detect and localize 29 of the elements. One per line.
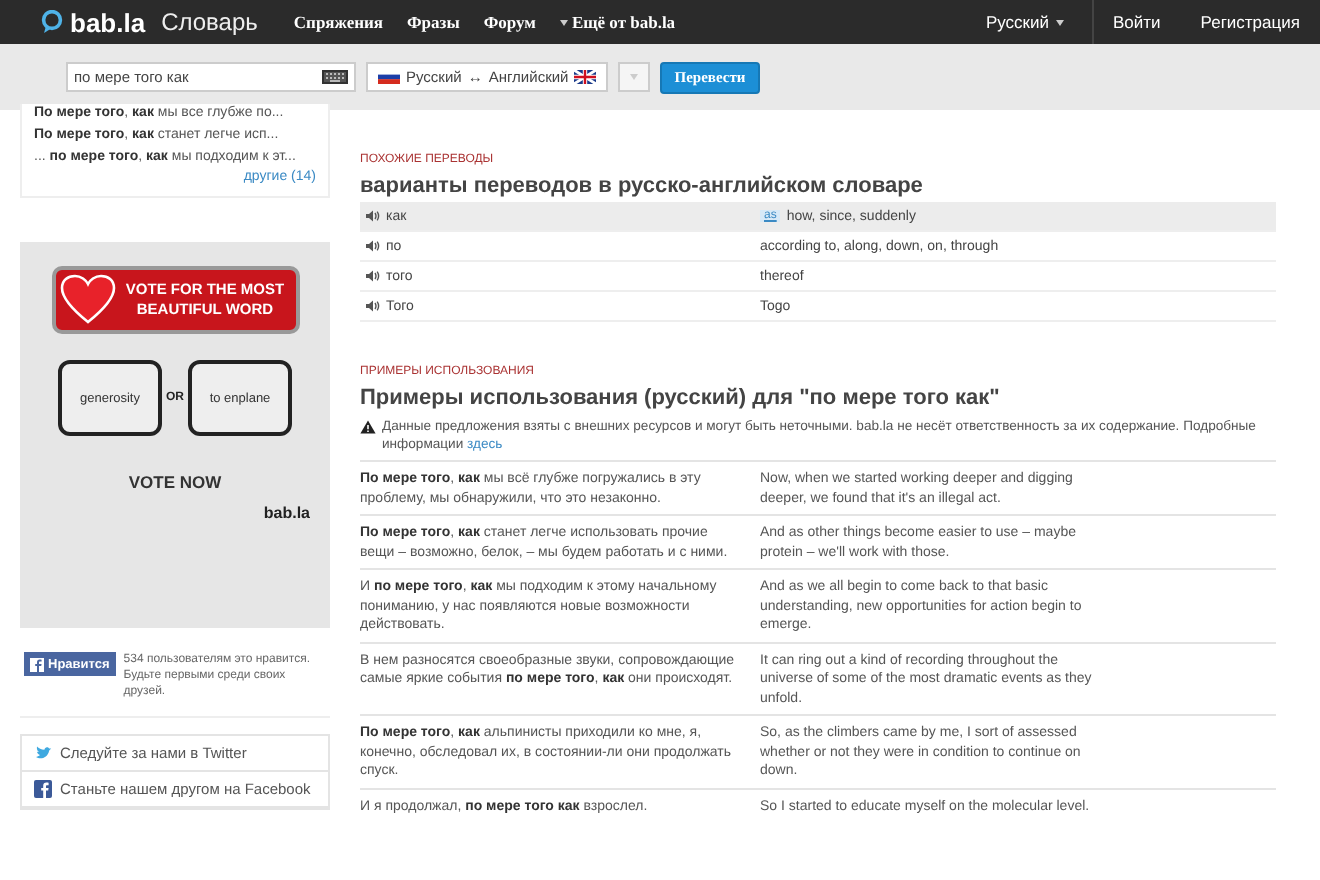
speaker-icon bbox=[366, 210, 380, 222]
flag-icon bbox=[574, 70, 597, 84]
nav-link[interactable]: Форум bbox=[483, 12, 536, 32]
site-title: Словарь bbox=[161, 8, 258, 36]
bird-icon bbox=[34, 744, 52, 762]
warning-icon bbox=[360, 420, 376, 434]
speech-bubble-icon bbox=[40, 10, 64, 34]
vote-now-text: VOTE NOW bbox=[128, 472, 222, 492]
section-heading: варианты переводов в русско-английском словаре bbox=[360, 174, 925, 198]
speaker-icon bbox=[366, 270, 380, 282]
ad-logo: bab.la bbox=[263, 504, 310, 522]
nav-link[interactable]: Спряжения bbox=[293, 12, 383, 32]
flag-icon bbox=[378, 70, 400, 84]
facebook-icon bbox=[30, 657, 44, 671]
dropdown-button[interactable] bbox=[618, 62, 651, 92]
caret-icon bbox=[1055, 19, 1063, 25]
caret-icon bbox=[559, 19, 568, 25]
site-logo[interactable]: bab.la bbox=[70, 7, 146, 37]
login-link[interactable]: Войти bbox=[1093, 12, 1181, 32]
speaker-icon bbox=[366, 300, 380, 312]
speaker-icon bbox=[366, 240, 380, 252]
nav-link[interactable]: Фразы bbox=[407, 12, 460, 32]
nav-link[interactable]: Ещё от bab.la bbox=[559, 12, 676, 32]
heart-icon bbox=[59, 274, 115, 326]
keyboard-icon bbox=[322, 70, 348, 84]
facebook-icon bbox=[34, 780, 52, 798]
register-link[interactable]: Регистрация bbox=[1180, 12, 1320, 32]
caret-icon bbox=[630, 74, 639, 80]
section-heading: Примеры использования (русский) для "по мере того как" bbox=[360, 386, 1002, 410]
